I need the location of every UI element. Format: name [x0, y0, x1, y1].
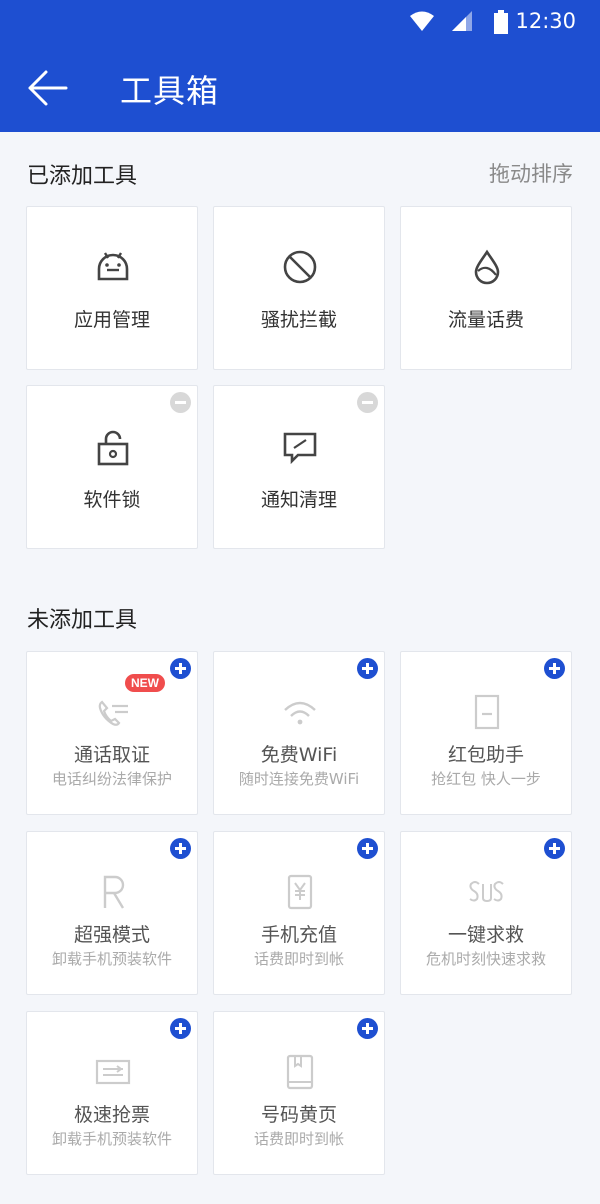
tool-subtitle: 电话纠纷法律保护 — [51, 770, 172, 788]
add-icon[interactable] — [544, 658, 565, 679]
tool-label: 软件锁 — [83, 489, 141, 511]
tool-card-app-manager[interactable]: 应用管理 — [26, 206, 198, 370]
drop-icon — [474, 249, 500, 285]
remove-icon[interactable] — [357, 392, 378, 413]
tool-card-call-evidence[interactable]: NEW 通话取证 电话纠纷法律保护 — [26, 651, 198, 815]
recharge-icon — [287, 874, 313, 910]
tool-subtitle: 话费即时到帐 — [253, 1130, 344, 1148]
tool-card-data-fee[interactable]: 流量话费 — [400, 206, 572, 370]
add-icon[interactable] — [357, 658, 378, 679]
tool-label: 一键求救 — [447, 924, 524, 946]
tool-label: 超强模式 — [73, 924, 150, 946]
status-time: 12:30 — [515, 9, 576, 33]
tool-label: 应用管理 — [73, 309, 150, 331]
tool-subtitle: 抢红包 快人一步 — [431, 770, 541, 788]
tool-card-app-lock[interactable]: 软件锁 — [26, 385, 198, 549]
new-badge: NEW — [125, 674, 165, 692]
add-icon[interactable] — [170, 658, 191, 679]
tool-card-notification-clean[interactable]: 通知清理 — [213, 385, 385, 549]
tool-subtitle: 卸载手机预装软件 — [51, 950, 172, 968]
tool-card-phone-recharge[interactable]: 手机充值 话费即时到帐 — [213, 831, 385, 995]
add-icon[interactable] — [544, 838, 565, 859]
notification-clean-icon — [283, 432, 317, 465]
tool-label: 免费WiFi — [260, 744, 338, 766]
battery-icon — [494, 10, 508, 34]
tool-label: 骚扰拦截 — [260, 309, 337, 331]
status-bar: 12:30 — [0, 0, 600, 44]
tool-card-super-mode[interactable]: 超强模式 卸载手机预装软件 — [26, 831, 198, 995]
call-record-icon — [98, 700, 128, 726]
added-section-title: 已添加工具 — [27, 164, 138, 189]
wifi-signal-icon — [410, 11, 434, 31]
tool-label: 号码黄页 — [260, 1104, 337, 1126]
tool-card-free-wifi[interactable]: 免费WiFi 随时连接免费WiFi — [213, 651, 385, 815]
lock-icon — [97, 430, 129, 466]
tool-subtitle: 话费即时到帐 — [253, 950, 344, 968]
add-icon[interactable] — [357, 1018, 378, 1039]
app-bar: 工具箱 — [0, 44, 600, 132]
tool-subtitle: 卸载手机预装软件 — [51, 1130, 172, 1148]
available-section-title: 未添加工具 — [27, 608, 138, 633]
tool-label: 流量话费 — [447, 309, 524, 331]
tool-card-sos[interactable]: 一键求救 危机时刻快速求救 — [400, 831, 572, 995]
remove-icon[interactable] — [170, 392, 191, 413]
add-icon[interactable] — [170, 1018, 191, 1039]
tool-subtitle: 危机时刻快速求救 — [425, 950, 546, 968]
tool-label: 通知清理 — [260, 489, 337, 511]
drag-sort-link[interactable]: 拖动排序 — [489, 158, 573, 188]
red-packet-icon — [474, 694, 500, 730]
tool-card-yellow-pages[interactable]: 号码黄页 话费即时到帐 — [213, 1011, 385, 1175]
super-mode-icon — [103, 875, 125, 909]
back-arrow-icon[interactable] — [26, 66, 70, 110]
add-icon[interactable] — [170, 838, 191, 859]
add-icon[interactable] — [357, 838, 378, 859]
tool-label: 通话取证 — [73, 744, 150, 766]
tool-label: 红包助手 — [447, 744, 524, 766]
tool-card-red-packet[interactable]: 红包助手 抢红包 快人一步 — [400, 651, 572, 815]
wifi-icon — [284, 701, 316, 725]
yellow-pages-icon — [286, 1054, 314, 1090]
android-icon — [97, 252, 129, 281]
cell-signal-icon — [452, 11, 472, 31]
sos-icon — [469, 881, 504, 903]
ticket-icon — [95, 1059, 131, 1085]
tool-subtitle: 随时连接免费WiFi — [238, 770, 360, 788]
block-icon — [283, 250, 317, 284]
tool-card-harassment-block[interactable]: 骚扰拦截 — [213, 206, 385, 370]
tool-card-ticket-rush[interactable]: 极速抢票 卸载手机预装软件 — [26, 1011, 198, 1175]
tool-label: 手机充值 — [260, 924, 337, 946]
page-title: 工具箱 — [120, 72, 220, 110]
tool-label: 极速抢票 — [73, 1104, 150, 1126]
